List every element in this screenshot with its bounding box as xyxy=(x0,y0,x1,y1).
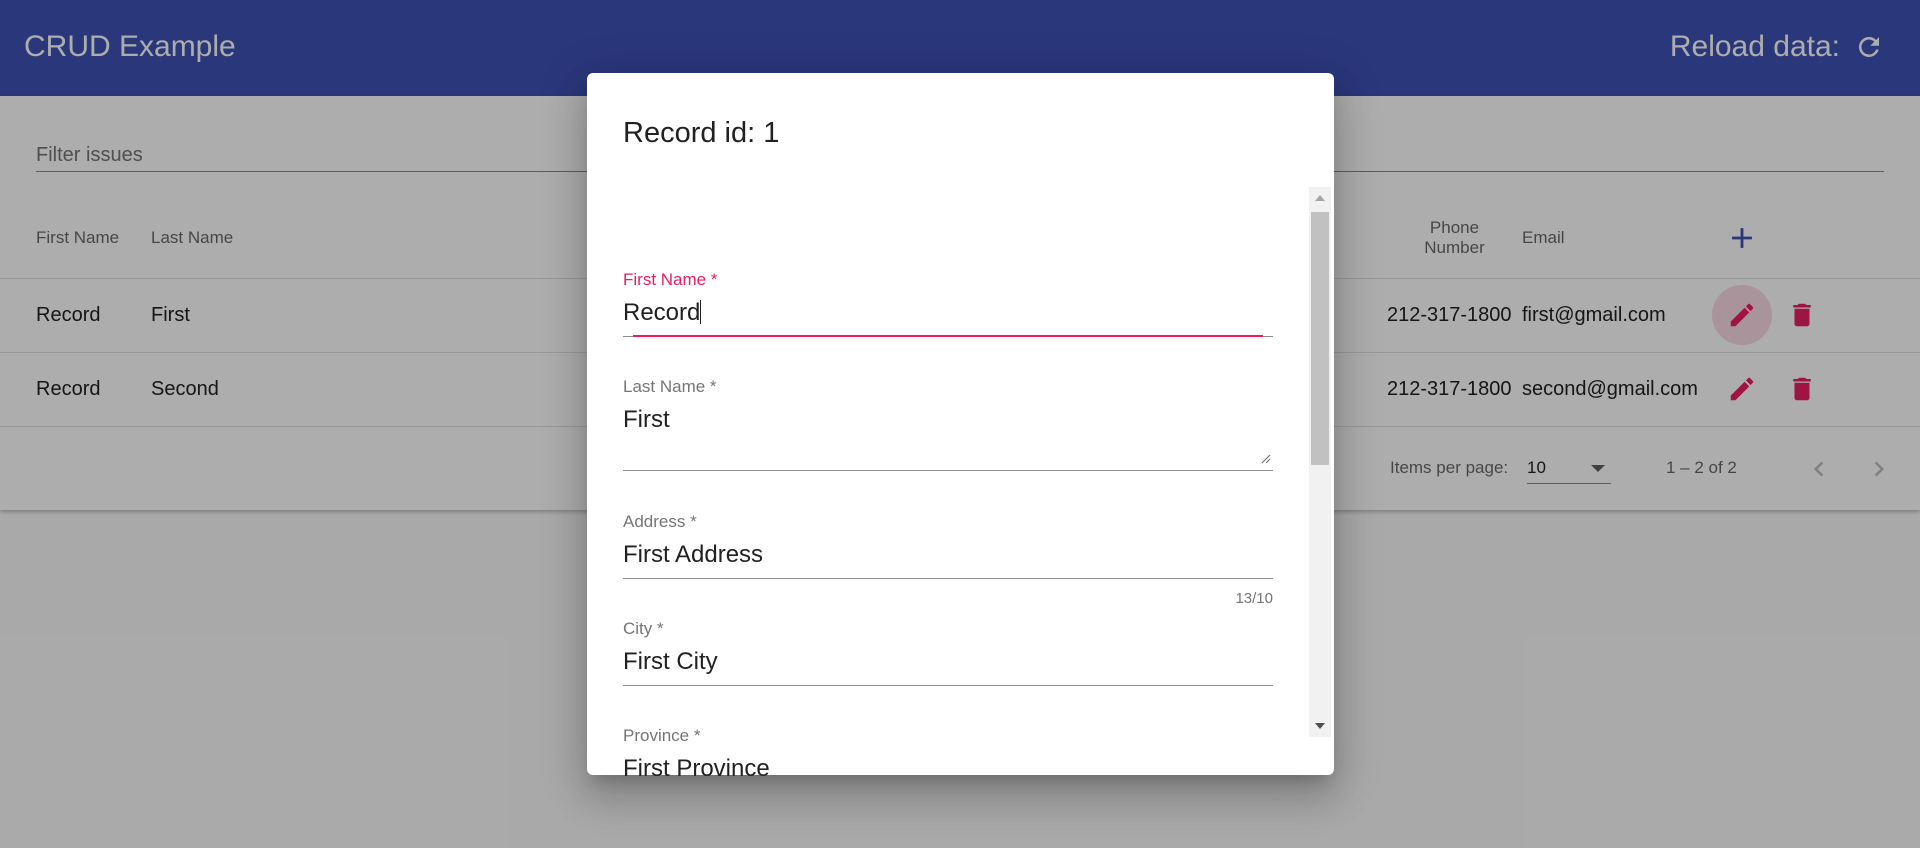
last-name-input[interactable]: First xyxy=(623,406,1273,436)
first-name-label: First Name * xyxy=(623,270,718,289)
text-caret xyxy=(700,300,702,324)
last-name-underline xyxy=(623,470,1273,471)
address-char-counter: 13/10 xyxy=(1235,590,1273,607)
province-input[interactable]: First Province xyxy=(623,755,1273,785)
resize-handle-icon[interactable] xyxy=(1259,451,1271,464)
city-input[interactable]: First City xyxy=(623,648,1273,678)
dialog-scrollbar[interactable] xyxy=(1309,187,1331,737)
address-field[interactable]: Address * First Address xyxy=(623,512,1273,571)
province-field[interactable]: Province * First Province xyxy=(623,726,1273,785)
dialog-title: Record id: 1 xyxy=(623,117,780,149)
first-name-field[interactable]: First Name * Record xyxy=(623,270,1273,329)
scroll-thumb[interactable] xyxy=(1311,212,1329,465)
first-name-input[interactable]: Record xyxy=(623,299,1273,329)
address-input[interactable]: First Address xyxy=(623,541,1273,571)
scroll-up-arrow-icon[interactable] xyxy=(1315,195,1325,201)
province-underline xyxy=(623,792,1273,793)
address-label: Address * xyxy=(623,512,697,531)
city-field[interactable]: City * First City xyxy=(623,619,1273,678)
first-name-focus-underline xyxy=(633,335,1263,337)
last-name-label: Last Name * xyxy=(623,377,717,396)
first-name-value: Record xyxy=(623,299,701,326)
dialog-form: First Name * Record Last Name * First Ad… xyxy=(623,188,1273,805)
last-name-field[interactable]: Last Name * First xyxy=(623,377,1273,436)
address-underline xyxy=(623,578,1273,579)
edit-record-dialog: Record id: 1 First Name * Record Last Na… xyxy=(587,73,1334,793)
province-label: Province * xyxy=(623,726,701,745)
scroll-down-arrow-icon[interactable] xyxy=(1315,723,1325,729)
city-label: City * xyxy=(623,619,664,638)
city-underline xyxy=(623,685,1273,686)
